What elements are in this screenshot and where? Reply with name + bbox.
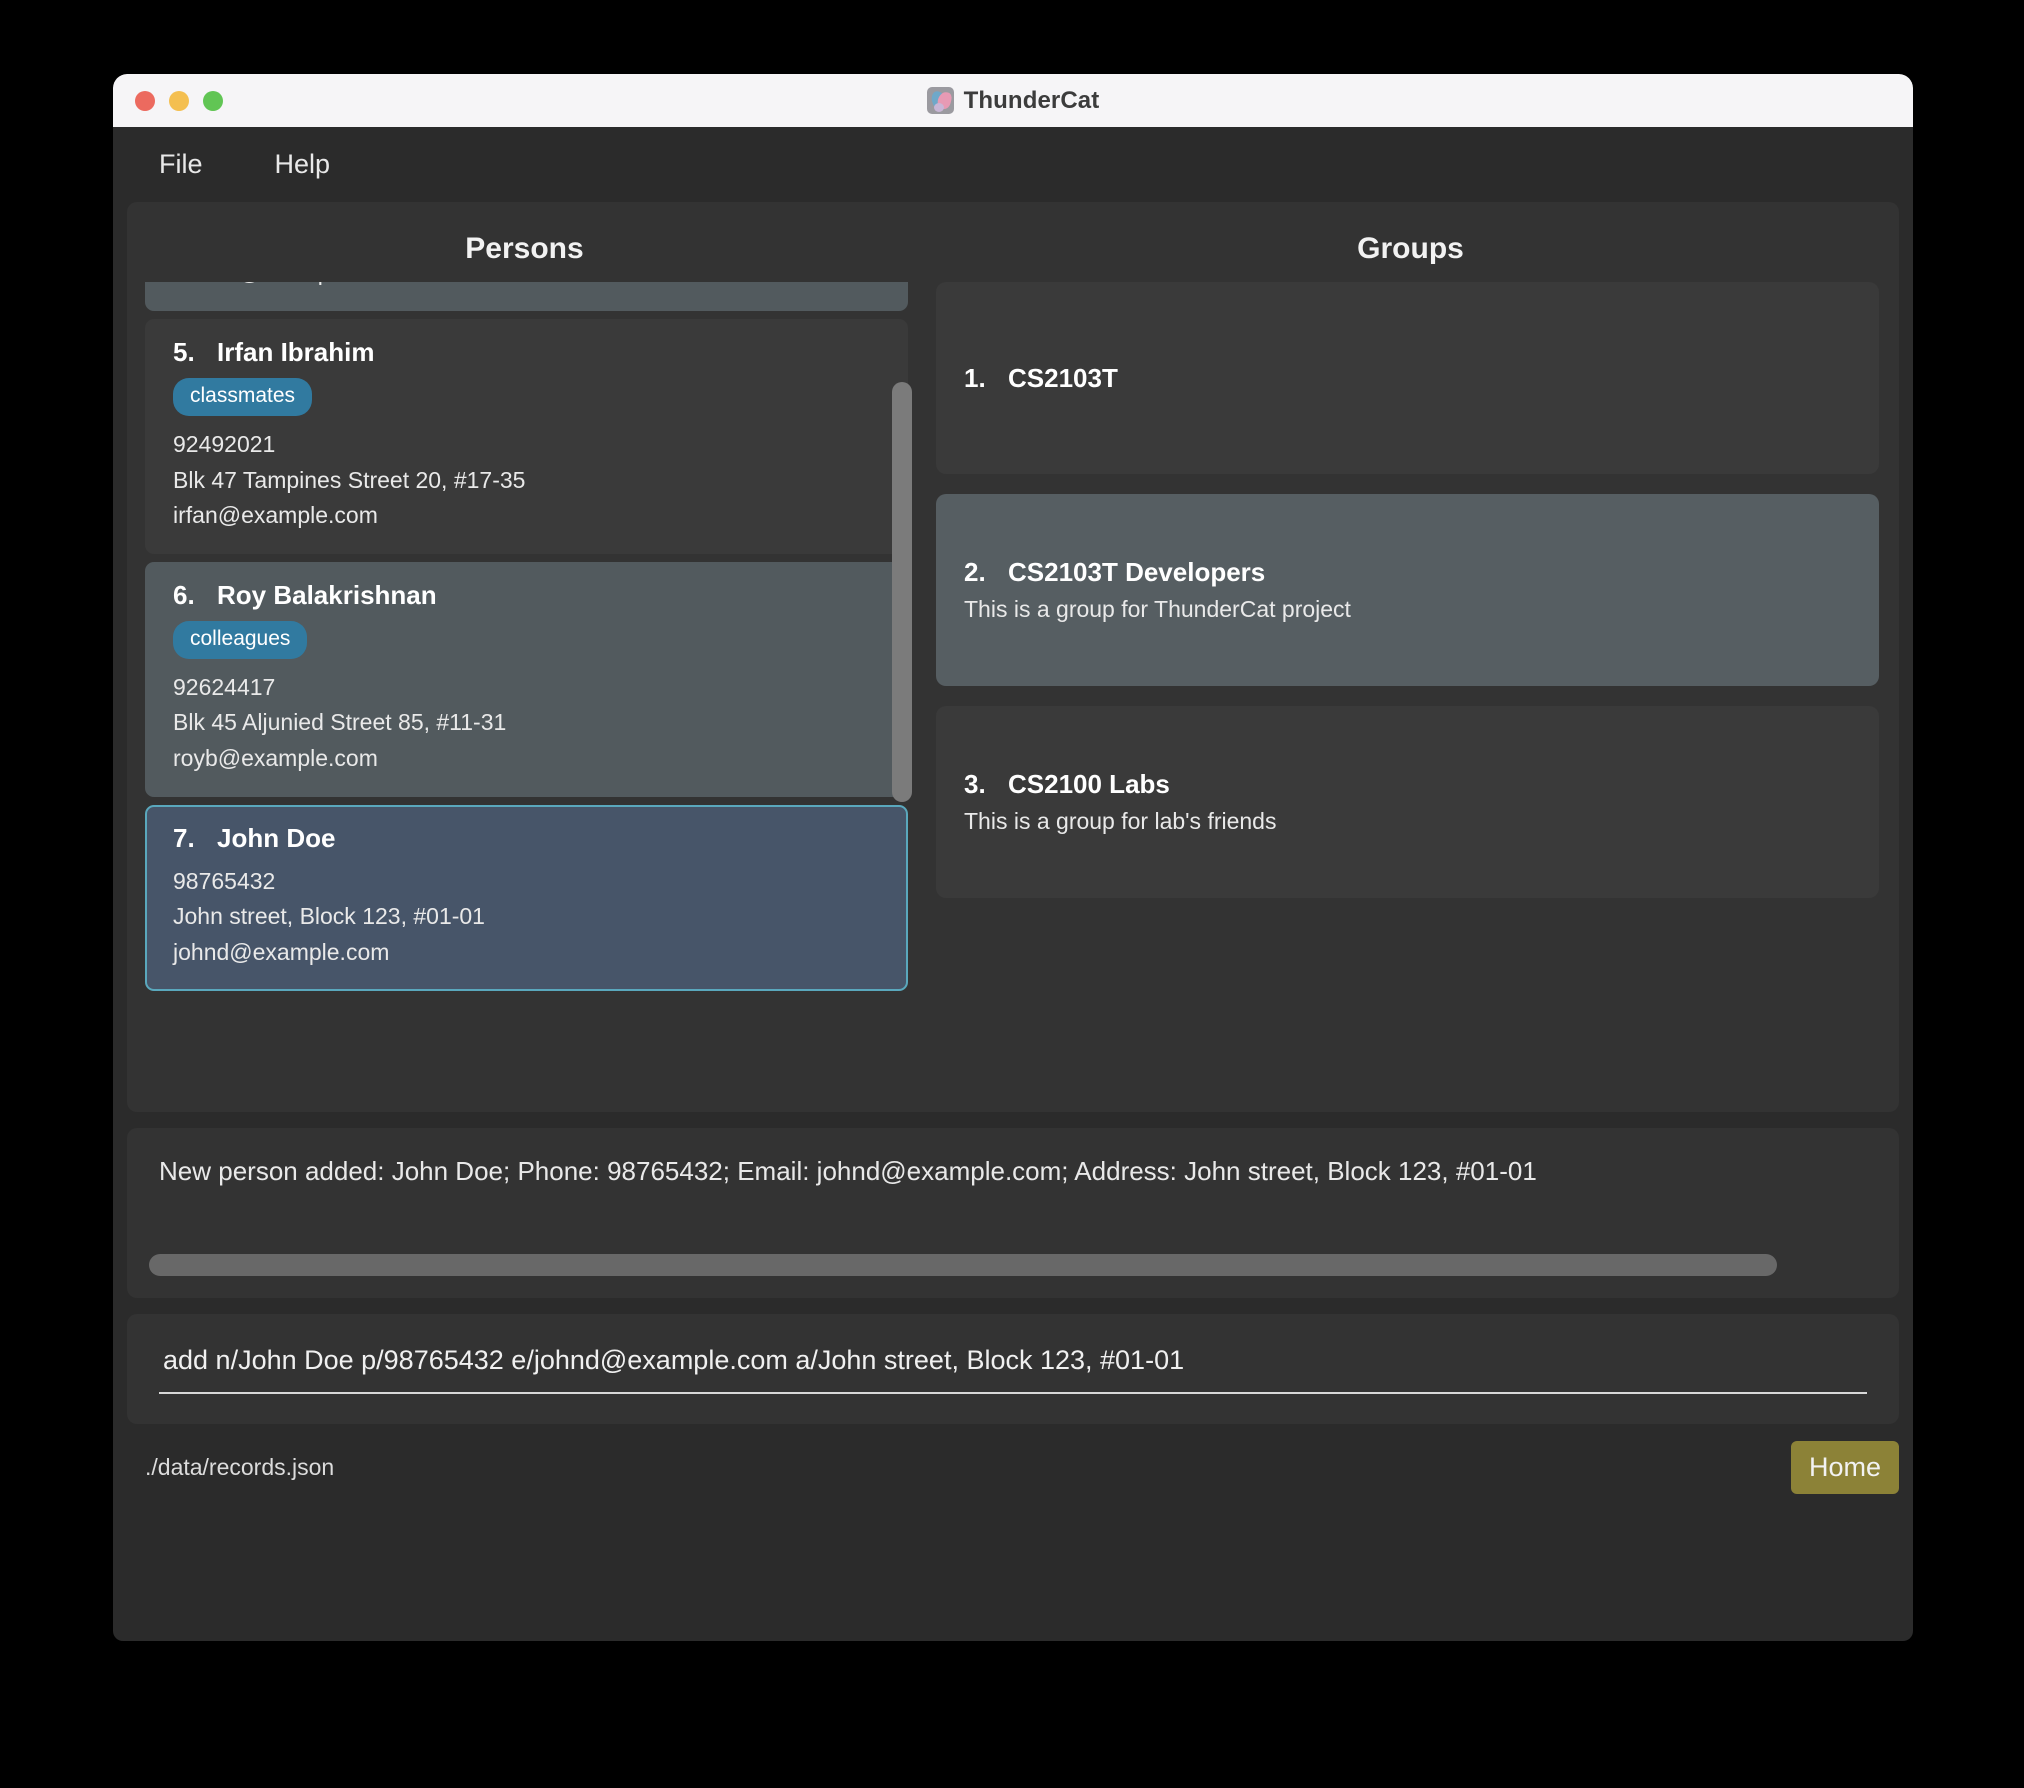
result-display-box: New person added: John Doe; Phone: 98765… <box>127 1128 1899 1298</box>
person-tag: classmates <box>173 377 313 416</box>
person-email: johnd@example.com <box>173 939 390 966</box>
person-phone: 92624417 <box>173 673 276 700</box>
person-index: 7. <box>173 822 195 853</box>
title-bar: ThunderCat <box>113 74 1913 127</box>
groups-pane-title: Groups <box>1357 232 1464 265</box>
result-message: New person added: John Doe; Phone: 98765… <box>159 1156 1537 1186</box>
group-name: CS2100 Labs <box>1008 769 1170 799</box>
person-index: 5. <box>173 336 195 367</box>
person-card-john-doe[interactable]: 7. John Doe 98765432 John street, Block … <box>145 804 908 991</box>
persons-vertical-scrollbar[interactable] <box>892 382 912 802</box>
result-horizontal-scrollbar[interactable] <box>149 1254 1877 1276</box>
person-phone: 98765432 <box>173 867 276 894</box>
command-box[interactable]: add n/John Doe p/98765432 e/johnd@exampl… <box>127 1314 1899 1424</box>
person-card-roy-balakrishnan[interactable]: 6. Roy Balakrishnan colleagues 92624417 … <box>145 561 908 797</box>
group-card-cs2103t-developers[interactable]: 2. CS2103T Developers This is a group fo… <box>936 494 1879 686</box>
groups-pane: Groups 1. CS2103T 2. CS2103T Developers <box>922 202 1899 1112</box>
app-body: Persons 91031282 Blk 436 Serangoon Garde… <box>113 202 1913 1496</box>
group-name-row: 2. CS2103T Developers <box>964 557 1851 588</box>
group-index: 1. <box>964 362 986 393</box>
person-name: Roy Balakrishnan <box>217 579 437 610</box>
person-name-row: 6. Roy Balakrishnan <box>173 580 880 611</box>
person-phone: 92492021 <box>173 430 276 457</box>
person-address: Blk 45 Aljunied Street 85, #11-31 <box>173 709 507 736</box>
app-title: ThunderCat <box>963 86 1100 114</box>
menu-item-help[interactable]: Help <box>257 143 349 186</box>
person-index: 6. <box>173 579 195 610</box>
person-name: Irfan Ibrahim <box>217 336 375 367</box>
person-email: irfan@example.com <box>173 502 378 529</box>
menu-bar: File Help <box>113 127 1913 202</box>
group-name: CS2103T <box>1008 362 1118 393</box>
person-card-irfan-ibrahim[interactable]: 5. Irfan Ibrahim classmates 92492021 Blk… <box>145 318 908 554</box>
group-card-cs2100-labs[interactable]: 3. CS2100 Labs This is a group for lab's… <box>936 706 1879 898</box>
person-address: Blk 47 Tampines Street 20, #17-35 <box>173 466 526 493</box>
person-name-row: 5. Irfan Ibrahim <box>173 337 880 368</box>
person-tag: colleagues <box>173 620 308 659</box>
group-index: 2. <box>964 557 986 587</box>
group-name-row: 1. CS2103T <box>964 363 1851 394</box>
person-email: lidavid@example.com <box>173 282 880 291</box>
person-name: John Doe <box>217 822 336 853</box>
main-panes: Persons 91031282 Blk 436 Serangoon Garde… <box>127 202 1899 1112</box>
person-address: John street, Block 123, #01-01 <box>173 903 485 930</box>
persons-pane: Persons 91031282 Blk 436 Serangoon Garde… <box>127 202 922 1112</box>
save-location-path: ./data/records.json <box>145 1453 335 1480</box>
person-card-clipped[interactable]: 91031282 Blk 436 Serangoon Gardens Stree… <box>145 282 908 311</box>
result-scrollbar-thumb[interactable] <box>149 1254 1777 1276</box>
persons-pane-title: Persons <box>465 232 584 265</box>
status-bar: ./data/records.json Home <box>127 1438 1899 1496</box>
thundercat-logo-icon <box>926 87 954 114</box>
group-description: This is a group for ThunderCat project <box>964 596 1351 622</box>
app-window: ThunderCat File Help Persons 5. Irfan Ib… <box>113 74 1913 1641</box>
menu-item-file[interactable]: File <box>141 143 221 186</box>
command-input[interactable]: add n/John Doe p/98765432 e/johnd@exampl… <box>163 1345 1863 1392</box>
group-description: This is a group for lab's friends <box>964 808 1277 834</box>
groups-list[interactable]: 1. CS2103T 2. CS2103T Developers This is… <box>922 282 1899 1094</box>
group-name: CS2103T Developers <box>1008 557 1266 587</box>
title-group: ThunderCat <box>113 87 1913 115</box>
command-input-underline <box>159 1391 1867 1394</box>
person-email: royb@example.com <box>173 745 378 772</box>
home-button[interactable]: Home <box>1790 1440 1899 1494</box>
person-name-row: 7. John Doe <box>173 823 880 854</box>
group-index: 3. <box>964 769 986 799</box>
group-name-row: 3. CS2100 Labs <box>964 769 1851 800</box>
persons-list[interactable]: 91031282 Blk 436 Serangoon Gardens Stree… <box>127 282 922 1094</box>
group-card-cs2103t[interactable]: 1. CS2103T <box>936 282 1879 474</box>
